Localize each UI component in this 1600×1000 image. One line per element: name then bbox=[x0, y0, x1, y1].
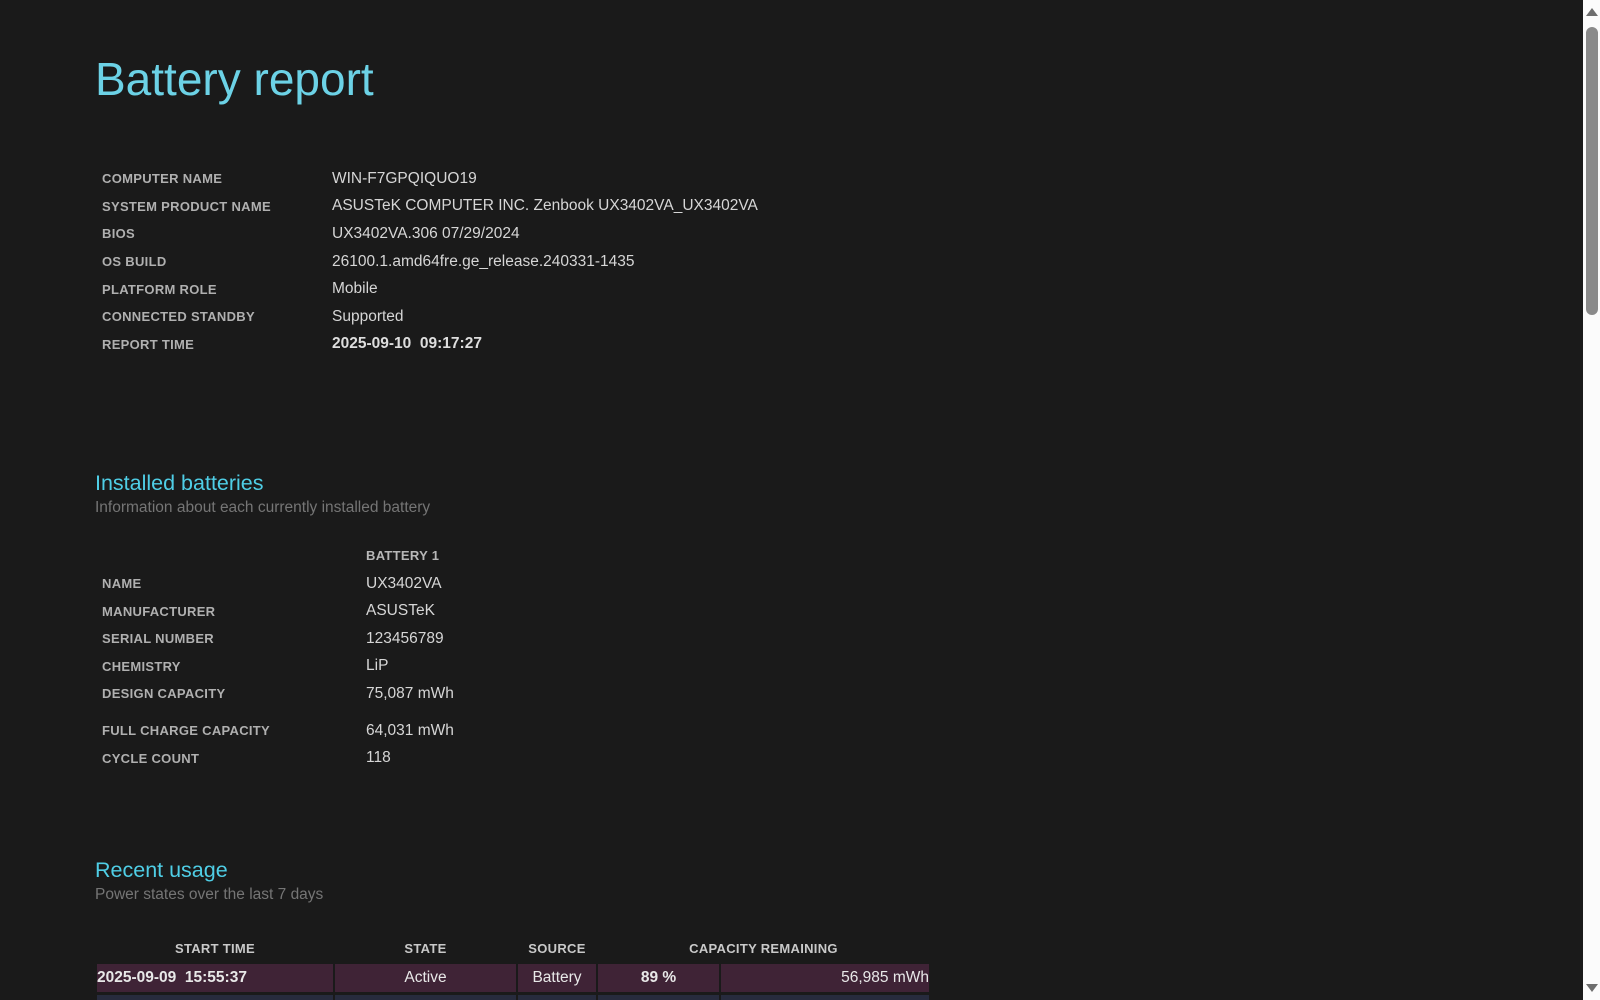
battery-value: 123456789 bbox=[366, 629, 444, 647]
info-value: UX3402VA.306 07/29/2024 bbox=[332, 224, 520, 242]
usage-header-start-time: START TIME bbox=[174, 940, 256, 956]
battery-value: LiP bbox=[366, 657, 389, 675]
usage-partial-cell bbox=[97, 994, 333, 1000]
usage-header-row: START TIME STATE SOURCE CAPACITY REMAINI… bbox=[97, 930, 929, 961]
scroll-down-arrow-icon[interactable] bbox=[1585, 984, 1598, 992]
info-value: ASUSTeK COMPUTER INC. Zenbook UX3402VA_U… bbox=[332, 197, 758, 215]
info-value: Supported bbox=[332, 307, 404, 325]
info-label: PLATFORM ROLE bbox=[102, 281, 217, 297]
usage-cell-capacity-mwh: 56,985 mWh bbox=[721, 963, 929, 992]
battery-value: 64,031 mWh bbox=[366, 721, 454, 739]
section-recent-usage: Recent usage Power states over the last … bbox=[95, 857, 1488, 1000]
info-value: WIN-F7GPQIQUO19 bbox=[332, 169, 477, 187]
installed-batteries-subtitle: Information about each currently install… bbox=[95, 499, 431, 517]
usage-partial-cell bbox=[721, 994, 929, 1000]
info-label: REPORT TIME bbox=[102, 336, 195, 352]
battery-label: FULL CHARGE CAPACITY bbox=[102, 723, 271, 739]
usage-header-capacity-remaining: CAPACITY REMAINING bbox=[689, 940, 838, 956]
info-row-report-time: REPORT TIME 2025-09-10 09:17:27 bbox=[102, 331, 1488, 359]
info-value: Mobile bbox=[332, 280, 378, 298]
usage-cell-capacity-percent: 89 % bbox=[598, 963, 719, 992]
installed-batteries-heading: Installed batteries bbox=[95, 471, 264, 496]
battery-column-header: BATTERY 1 bbox=[366, 548, 440, 564]
info-row-platform-role: PLATFORM ROLE Mobile bbox=[102, 275, 1488, 303]
battery-label: SERIAL NUMBER bbox=[102, 631, 215, 647]
battery-row-manufacturer: MANUFACTURER ASUSTeK bbox=[102, 597, 1488, 625]
info-row-computer-name: COMPUTER NAME WIN-F7GPQIQUO19 bbox=[102, 165, 1488, 193]
info-row-system-product-name: SYSTEM PRODUCT NAME ASUSTeK COMPUTER INC… bbox=[102, 193, 1488, 221]
recent-usage-subtitle: Power states over the last 7 days bbox=[95, 885, 324, 903]
report-time-value: 2025-09-10 09:17:27 bbox=[332, 335, 482, 353]
recent-usage-heading: Recent usage bbox=[95, 857, 228, 882]
battery-row-chemistry: CHEMISTRY LiP bbox=[102, 653, 1488, 681]
battery-label: DESIGN CAPACITY bbox=[102, 686, 226, 702]
page-title: Battery report bbox=[95, 53, 374, 105]
usage-header-state: STATE bbox=[404, 940, 447, 956]
vertical-scrollbar[interactable] bbox=[1583, 0, 1600, 1000]
usage-cell-start-time: 2025-09-09 15:55:37 bbox=[97, 963, 333, 992]
info-label: CONNECTED STANDBY bbox=[102, 309, 255, 325]
battery-label: MANUFACTURER bbox=[102, 603, 216, 619]
battery-value: 118 bbox=[366, 749, 391, 767]
usage-row: 2025-09-09 15:55:37 Active Battery 89 % … bbox=[97, 963, 929, 992]
info-row-connected-standby: CONNECTED STANDBY Supported bbox=[102, 303, 1488, 331]
battery-row-design-capacity: DESIGN CAPACITY 75,087 mWh bbox=[102, 680, 1488, 708]
info-label: SYSTEM PRODUCT NAME bbox=[102, 198, 271, 214]
battery-value: 75,087 mWh bbox=[366, 684, 454, 702]
battery-row-full-charge-capacity: FULL CHARGE CAPACITY 64,031 mWh bbox=[102, 717, 1488, 745]
usage-cell-state: Active bbox=[335, 963, 516, 992]
usage-partial-row bbox=[97, 994, 929, 1000]
battery-column-header-row: BATTERY 1 bbox=[102, 542, 1488, 570]
battery-details-table: BATTERY 1 NAME UX3402VA MANUFACTURER ASU… bbox=[102, 542, 1488, 772]
system-info-table: COMPUTER NAME WIN-F7GPQIQUO19 SYSTEM PRO… bbox=[102, 165, 1488, 358]
usage-partial-cell bbox=[335, 994, 516, 1000]
battery-row-serial-number: SERIAL NUMBER 123456789 bbox=[102, 625, 1488, 653]
info-label: COMPUTER NAME bbox=[102, 171, 223, 187]
battery-report-page: Battery report COMPUTER NAME WIN-F7GPQIQ… bbox=[0, 0, 1488, 1000]
info-label: BIOS bbox=[102, 226, 135, 242]
info-value: 26100.1.amd64fre.ge_release.240331-1435 bbox=[332, 252, 635, 270]
info-row-os-build: OS BUILD 26100.1.amd64fre.ge_release.240… bbox=[102, 248, 1488, 276]
scrollbar-thumb[interactable] bbox=[1585, 27, 1598, 315]
usage-header-source: SOURCE bbox=[528, 940, 586, 956]
info-row-bios: BIOS UX3402VA.306 07/29/2024 bbox=[102, 220, 1488, 248]
battery-label: CHEMISTRY bbox=[102, 658, 181, 674]
battery-row-cycle-count: CYCLE COUNT 118 bbox=[102, 744, 1488, 772]
battery-label: CYCLE COUNT bbox=[102, 750, 200, 766]
battery-value: UX3402VA bbox=[366, 574, 442, 592]
battery-label: NAME bbox=[102, 576, 142, 592]
battery-value: ASUSTeK bbox=[366, 602, 435, 620]
usage-partial-cell bbox=[598, 994, 719, 1000]
recent-usage-table: START TIME STATE SOURCE CAPACITY REMAINI… bbox=[95, 927, 931, 1000]
info-label: OS BUILD bbox=[102, 254, 167, 270]
scroll-up-arrow-icon[interactable] bbox=[1585, 8, 1598, 16]
usage-cell-source: Battery bbox=[518, 963, 596, 992]
usage-partial-cell bbox=[518, 994, 596, 1000]
battery-row-name: NAME UX3402VA bbox=[102, 570, 1488, 598]
section-installed-batteries: Installed batteries Information about ea… bbox=[95, 470, 1488, 772]
